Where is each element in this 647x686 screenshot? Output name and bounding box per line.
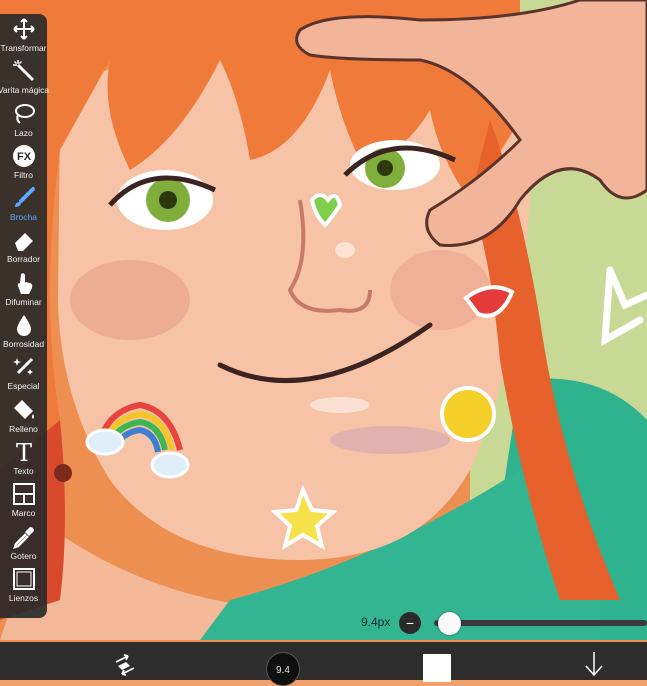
move-arrows-icon — [11, 16, 37, 42]
tool-label: Transformar — [0, 43, 47, 53]
magic-wand-icon — [11, 58, 37, 84]
text-T-icon: T — [11, 439, 37, 465]
lasso-icon — [11, 101, 37, 127]
tool-label: Gotero — [10, 550, 37, 561]
tool-label: Lazo — [14, 127, 33, 138]
tool-lasso[interactable]: Lazo — [0, 99, 47, 141]
canvas-icon — [11, 566, 37, 592]
blur-drop-icon — [11, 312, 37, 338]
tool-label: Brocha — [10, 212, 37, 223]
brush-size-preview[interactable]: 9.4 — [266, 652, 300, 686]
swap-arrows-icon[interactable] — [112, 652, 138, 683]
tool-fill[interactable]: Relleno — [0, 395, 47, 437]
tool-magic-wand[interactable]: Varita mágica — [0, 56, 50, 98]
bottom-toolbar — [0, 642, 647, 680]
tool-label: Especial — [7, 381, 40, 392]
frame-divider-icon — [11, 481, 37, 507]
tool-label: Varita mágica — [0, 85, 50, 96]
brush-size-slider-knob[interactable] — [438, 612, 461, 635]
tool-filter[interactable]: FX Filtro — [0, 141, 47, 183]
eraser-icon — [11, 227, 37, 253]
tool-canvas[interactable]: Lienzos — [0, 564, 47, 606]
tool-label: Relleno — [9, 423, 38, 434]
svg-text:T: T — [15, 440, 31, 464]
brush-icon — [11, 185, 37, 211]
brush-size-label: 9.4px — [361, 615, 391, 629]
color-swatch[interactable] — [423, 654, 451, 682]
tool-text[interactable]: T Texto — [0, 437, 47, 479]
svg-text:FX: FX — [16, 151, 31, 163]
tool-eyedropper[interactable]: Gotero — [0, 522, 47, 564]
tool-label: Marco — [11, 508, 36, 519]
tool-label: Filtro — [14, 169, 33, 180]
tool-smudge[interactable]: Difuminar — [0, 268, 47, 310]
drawing-canvas[interactable] — [0, 0, 647, 680]
brush-size-value: 9.4 — [276, 665, 290, 676]
tool-transform[interactable]: Transformar — [0, 14, 47, 56]
tool-label: Borrosidad — [2, 339, 45, 350]
tool-eraser[interactable]: Borrador — [0, 225, 47, 267]
smudge-finger-icon — [11, 270, 37, 296]
tool-special[interactable]: Especial — [0, 352, 47, 394]
fill-bucket-icon — [11, 397, 37, 423]
eyedropper-icon — [11, 524, 37, 550]
tool-palette: Transformar Varita mágica Lazo FX Filtro… — [0, 14, 50, 618]
decrease-size-button[interactable]: − — [399, 612, 421, 634]
tool-label: Borrador — [6, 254, 41, 265]
fx-icon: FX — [11, 143, 37, 169]
tool-blur[interactable]: Borrosidad — [0, 310, 47, 352]
tool-label: Difuminar — [5, 296, 42, 307]
brush-size-slider[interactable] — [434, 620, 647, 626]
tool-brush[interactable]: Brocha — [0, 183, 47, 225]
tool-label: Lienzos — [8, 592, 39, 603]
tool-frame[interactable]: Marco — [0, 479, 47, 521]
tool-label: Texto — [13, 465, 34, 476]
arrow-down-icon[interactable] — [583, 650, 605, 683]
special-brush-icon — [11, 354, 37, 380]
